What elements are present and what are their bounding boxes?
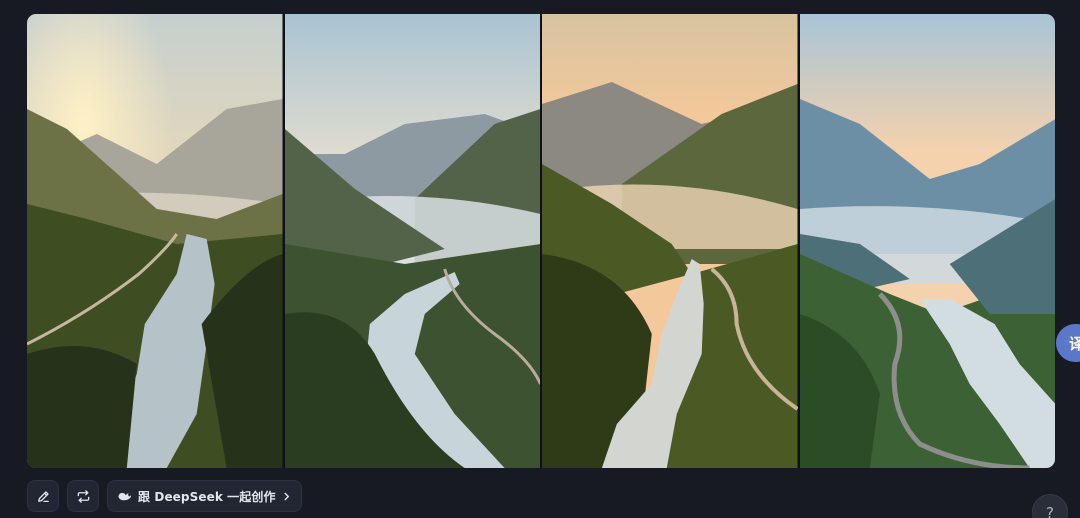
edit-button[interactable] <box>27 480 59 512</box>
gallery-image-1[interactable] <box>27 14 283 468</box>
collab-label: 跟 DeepSeek 一起创作 <box>138 489 276 504</box>
create-with-deepseek-button[interactable]: 跟 DeepSeek 一起创作 <box>107 480 302 512</box>
translate-float-button[interactable]: 译 <box>1056 324 1080 362</box>
gallery-image-3[interactable] <box>542 14 798 468</box>
landscape-image-2 <box>284 14 540 468</box>
deepseek-whale-icon <box>117 489 132 504</box>
pencil-icon <box>36 489 51 504</box>
help-button[interactable]: ? <box>1032 494 1068 518</box>
image-gallery <box>27 14 1055 468</box>
gallery-image-2[interactable] <box>284 14 540 468</box>
app-root: 跟 DeepSeek 一起创作 译 ? <box>0 0 1080 518</box>
translate-label: 译 <box>1069 334 1080 353</box>
landscape-image-1 <box>27 14 283 468</box>
repeat-icon <box>76 489 91 504</box>
landscape-image-4 <box>799 14 1055 468</box>
landscape-image-3 <box>542 14 798 468</box>
message-toolbar: 跟 DeepSeek 一起创作 <box>27 480 302 512</box>
chevron-right-icon <box>282 492 291 501</box>
gallery-image-4[interactable] <box>799 14 1055 468</box>
help-label: ? <box>1046 504 1054 518</box>
regenerate-button[interactable] <box>67 480 99 512</box>
